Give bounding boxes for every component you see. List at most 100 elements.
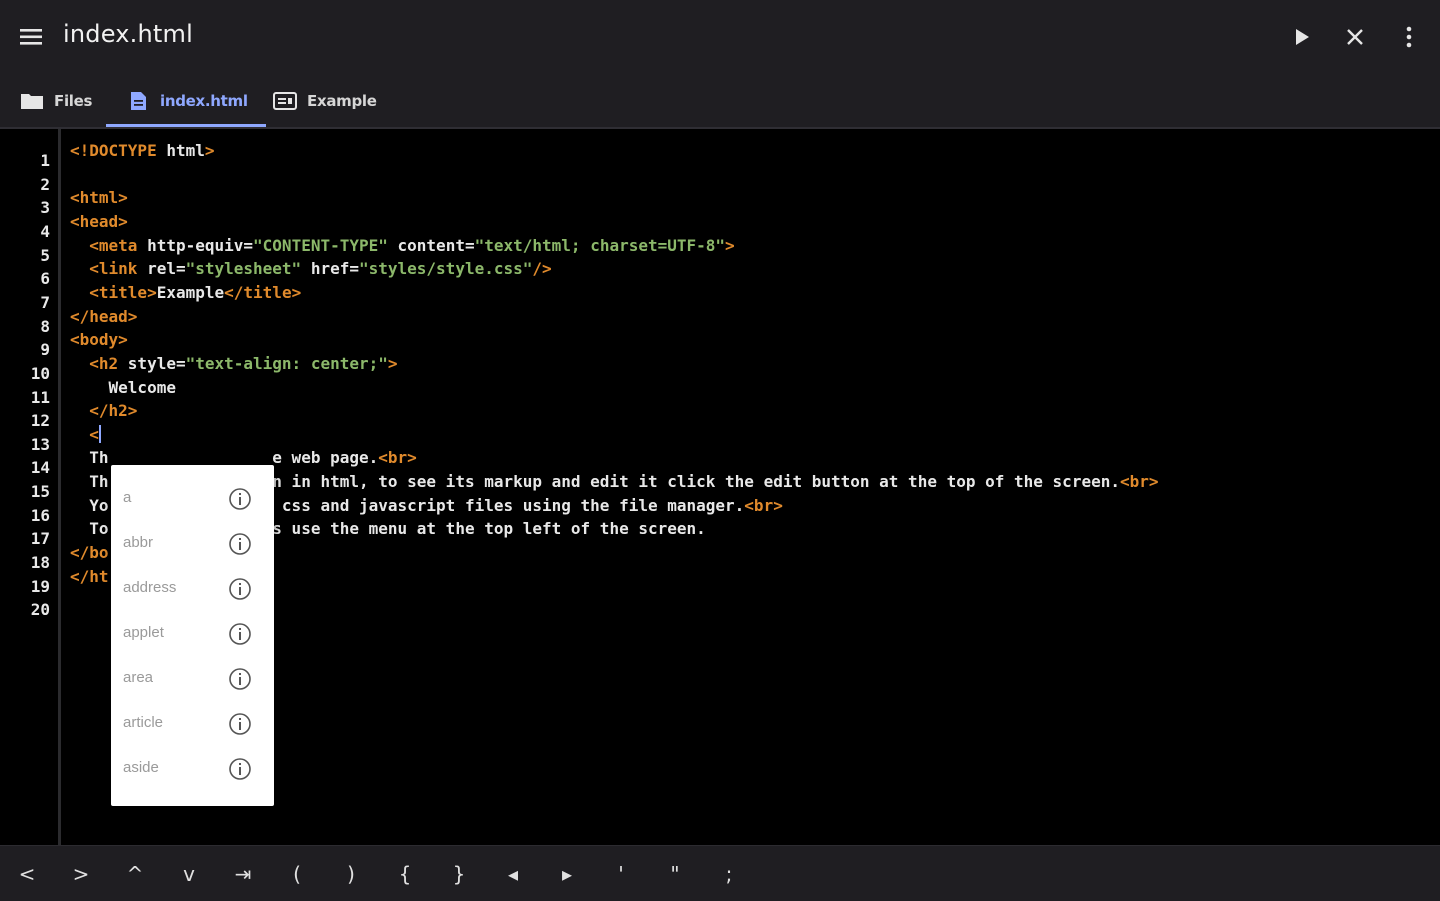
code-token: http-equiv= bbox=[147, 235, 254, 255]
info-circle-icon[interactable] bbox=[228, 532, 252, 556]
code-token: <br> bbox=[1119, 472, 1159, 492]
code-token: "text/html; charset=UTF-8" bbox=[474, 235, 726, 255]
autocomplete-item-label: aside bbox=[123, 759, 159, 776]
info-circle-icon[interactable] bbox=[228, 577, 252, 601]
line-number: 5 bbox=[40, 245, 50, 265]
line-number: 13 bbox=[30, 434, 50, 454]
caret-right-key[interactable]: ▸ bbox=[540, 846, 594, 901]
info-circle-icon[interactable] bbox=[228, 622, 252, 646]
code-token: <br> bbox=[378, 448, 417, 468]
line-number: 10 bbox=[30, 363, 50, 383]
chevron-up-icon[interactable]: ^ bbox=[108, 846, 162, 901]
code-line[interactable]: <!DOCTYPE html> bbox=[70, 140, 215, 162]
info-circle-icon[interactable] bbox=[228, 712, 252, 736]
code-line[interactable]: <html> bbox=[70, 187, 128, 209]
active-tab-indicator bbox=[106, 124, 266, 127]
code-token: > bbox=[204, 141, 215, 160]
line-number: 16 bbox=[30, 505, 50, 525]
play-icon[interactable] bbox=[1289, 24, 1315, 50]
semicolon-key[interactable]: ; bbox=[702, 846, 756, 901]
line-number: 11 bbox=[30, 387, 50, 407]
autocomplete-item[interactable]: abbr bbox=[111, 522, 274, 567]
more-vert-icon[interactable] bbox=[1396, 24, 1422, 50]
code-line[interactable]: <body> bbox=[70, 329, 128, 351]
line-number: 8 bbox=[40, 316, 50, 336]
chevron-down-icon[interactable]: v bbox=[162, 846, 216, 901]
autocomplete-item[interactable]: address bbox=[111, 567, 274, 612]
code-token: rel= bbox=[147, 259, 186, 279]
code-line[interactable]: <title>Example</title> bbox=[70, 282, 301, 304]
autocomplete-item[interactable]: area bbox=[111, 657, 274, 702]
code-line[interactable]: <meta http-equiv="CONTENT-TYPE" content=… bbox=[70, 235, 734, 257]
text-cursor bbox=[98, 424, 101, 443]
code-token: <title> bbox=[89, 282, 157, 302]
code-area[interactable]: <!DOCTYPE html> <html> <head> <meta http-e… bbox=[70, 129, 1440, 845]
code-token: "stylesheet" bbox=[185, 259, 302, 279]
code-line[interactable]: </bo bbox=[70, 542, 109, 564]
single-quote-key[interactable]: ' bbox=[594, 846, 648, 901]
code-line[interactable]: </ht bbox=[70, 566, 109, 588]
hamburger-menu-icon[interactable] bbox=[18, 25, 46, 49]
tab-example[interactable]: Example bbox=[273, 75, 377, 127]
line-number: 14 bbox=[30, 458, 50, 478]
close-paren-key[interactable]: ) bbox=[324, 846, 378, 901]
autocomplete-item[interactable]: a bbox=[111, 477, 274, 522]
code-token: Example bbox=[156, 282, 225, 302]
open-brace-key[interactable]: { bbox=[378, 846, 432, 901]
code-token: content= bbox=[387, 235, 475, 255]
autocomplete-item-label: a bbox=[123, 489, 132, 506]
code-line[interactable]: </head> bbox=[70, 306, 137, 328]
code-editor[interactable]: 1 2 3 4 5 6 7 8 9 10 11 12 13 14 15 16 17 18 19 20 <!DOCTYP… bbox=[0, 129, 1440, 845]
code-token: <head> bbox=[70, 211, 128, 231]
folder-icon bbox=[21, 94, 43, 109]
line-number: 4 bbox=[40, 221, 50, 241]
preview-icon bbox=[273, 92, 297, 110]
code-token: "styles/style.css" bbox=[358, 259, 533, 279]
autocomplete-popup: a abbr address applet area article aside bbox=[111, 465, 274, 806]
info-circle-icon[interactable] bbox=[228, 487, 252, 511]
code-token: <h2 bbox=[89, 353, 128, 373]
code-line[interactable]: < bbox=[70, 424, 101, 446]
chevron-right-icon[interactable]: > bbox=[54, 846, 108, 901]
code-token: <!DOCTYPE bbox=[70, 141, 167, 160]
tab-index-html[interactable]: index.html bbox=[106, 75, 266, 127]
code-token: "CONTENT-TYPE" bbox=[253, 235, 388, 255]
autocomplete-item-label: abbr bbox=[123, 534, 154, 551]
code-token: <html> bbox=[70, 188, 128, 208]
code-line[interactable]: <h2 style="text-align: center;"> bbox=[70, 353, 397, 375]
tab-bar: Files index.html Example bbox=[0, 75, 1440, 129]
close-icon[interactable] bbox=[1342, 24, 1368, 50]
autocomplete-item-label: address bbox=[123, 579, 177, 596]
info-circle-icon[interactable] bbox=[228, 757, 252, 781]
code-line[interactable]: <link rel="stylesheet" href="styles/styl… bbox=[70, 258, 552, 280]
open-paren-key[interactable]: ( bbox=[270, 846, 324, 901]
autocomplete-item[interactable]: article bbox=[111, 702, 274, 747]
autocomplete-item[interactable]: aside bbox=[111, 747, 274, 792]
autocomplete-item[interactable]: applet bbox=[111, 612, 274, 657]
close-brace-key[interactable]: } bbox=[432, 846, 486, 901]
line-number: 9 bbox=[40, 340, 50, 360]
line-number: 3 bbox=[40, 198, 50, 218]
code-line[interactable]: Welcome bbox=[70, 377, 176, 399]
code-token: /> bbox=[532, 259, 552, 279]
code-token: <body> bbox=[70, 330, 128, 350]
code-line[interactable]: </h2> bbox=[70, 400, 137, 422]
file-icon bbox=[131, 92, 146, 110]
tab-files[interactable]: Files bbox=[20, 75, 92, 127]
line-number: 18 bbox=[30, 553, 50, 573]
double-quote-key[interactable]: " bbox=[648, 846, 702, 901]
info-circle-icon[interactable] bbox=[228, 667, 252, 691]
line-number: 20 bbox=[30, 600, 50, 620]
caret-left-key[interactable]: ◂ bbox=[486, 846, 540, 901]
code-token: <br> bbox=[744, 495, 783, 515]
tab-key-icon[interactable]: ⇥ bbox=[216, 846, 270, 901]
code-token: Welcome bbox=[70, 377, 176, 397]
chevron-left-icon[interactable]: < bbox=[0, 846, 54, 901]
code-token: </ht bbox=[70, 566, 109, 586]
code-line[interactable]: <head> bbox=[70, 211, 128, 233]
tab-label-index-html: index.html bbox=[160, 92, 248, 110]
